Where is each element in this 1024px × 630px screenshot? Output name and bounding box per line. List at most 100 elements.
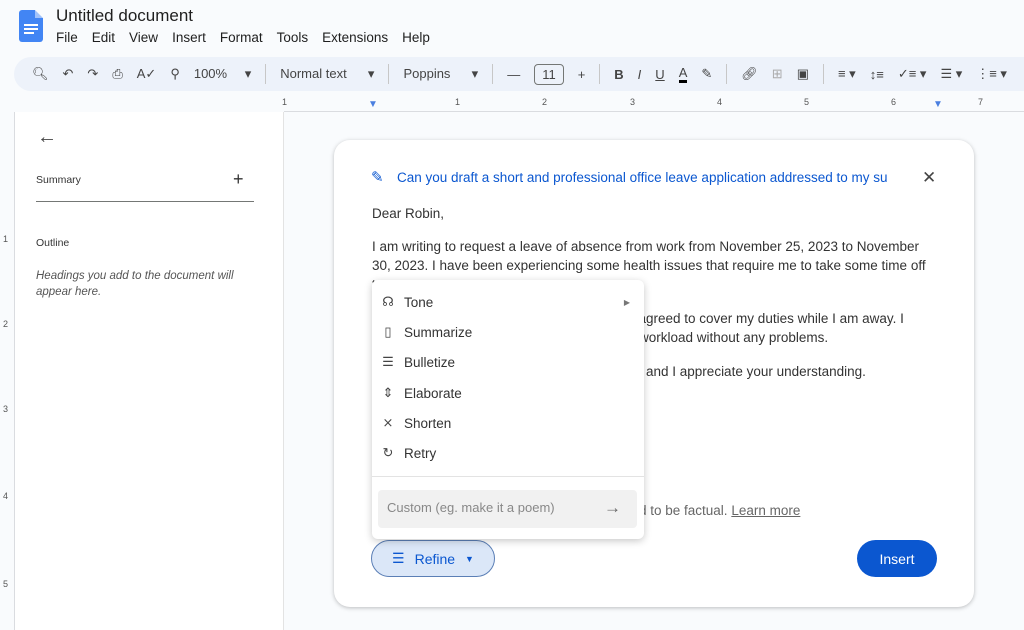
prompt-text[interactable]: Can you draft a short and professional o… — [397, 170, 891, 185]
close-icon[interactable]: ✕ — [922, 168, 936, 188]
menu-item-tone[interactable]: ☊ Tone ▶ — [372, 288, 644, 316]
greeting-text: Dear Robin, — [372, 206, 445, 221]
link-icon[interactable]: 🔗︎ — [741, 66, 758, 82]
ruler-label: 2 — [542, 97, 548, 107]
docs-logo[interactable] — [19, 10, 43, 42]
font-select[interactable]: Poppins ▾ — [403, 66, 478, 82]
ruler-label: 1 — [3, 234, 9, 244]
numbered-list-icon[interactable]: ⋮≡ ▾ — [976, 66, 1007, 82]
menu-item-shorten[interactable]: ⨯ Shorten — [372, 409, 644, 437]
menu-item-label: Retry — [404, 445, 437, 461]
zoom-value: 100% — [193, 66, 228, 81]
ruler-label: 2 — [3, 319, 9, 329]
ruler-label: 1 — [282, 97, 288, 107]
text-color-icon[interactable]: A — [678, 65, 688, 83]
menu-item-label: Elaborate — [404, 385, 462, 401]
line-spacing-icon[interactable]: ↕≡ — [870, 67, 884, 82]
add-summary-button[interactable]: + — [233, 169, 244, 190]
summary-heading: Summary — [36, 174, 81, 186]
menu-item-elaborate[interactable]: ⇕ Elaborate — [372, 379, 644, 407]
paint-format-icon[interactable]: ⚲ — [170, 66, 180, 82]
menu-tools[interactable]: Tools — [277, 30, 309, 45]
increase-font-size-button[interactable]: + — [578, 67, 586, 82]
menu-insert[interactable]: Insert — [172, 30, 206, 45]
menu-extensions[interactable]: Extensions — [322, 30, 388, 45]
align-icon[interactable]: ≡ ▾ — [838, 66, 856, 82]
refine-button[interactable]: ☰ Refine ▼ — [371, 540, 495, 577]
font-size-input[interactable]: 11 — [534, 63, 564, 85]
menu-item-summarize[interactable]: ▯ Summarize — [372, 318, 644, 346]
learn-more-link[interactable]: Learn more — [731, 503, 800, 518]
divider — [492, 64, 494, 84]
comment-icon[interactable]: ⊞ — [772, 66, 783, 82]
menu-bar: File Edit View Insert Format Tools Exten… — [56, 30, 430, 45]
ruler-label: 5 — [804, 97, 810, 107]
menu-view[interactable]: View — [129, 30, 158, 45]
ruler-label: 3 — [3, 404, 9, 414]
italic-icon[interactable]: I — [638, 67, 642, 82]
custom-placeholder: Custom (eg. make it a poem) — [387, 500, 555, 515]
disclaimer-text: d to be factual. — [639, 503, 728, 518]
outline-hint: Headings you add to the document will ap… — [36, 270, 234, 298]
paragraph-3: se and I appreciate your understanding. — [628, 364, 866, 379]
style-select[interactable]: Normal text ▾ — [280, 66, 374, 82]
menu-format[interactable]: Format — [220, 30, 263, 45]
submit-arrow-icon[interactable]: → — [604, 498, 621, 518]
refine-menu: ☊ Tone ▶ ▯ Summarize ☰ Bulletize ⇕ Elaborate … — [372, 280, 644, 539]
toolbar: 🔍︎ ↶ ↷ ⎙ A✓ ⚲ 100% ▾ Normal text ▾ Poppi… — [14, 57, 1024, 91]
underline-icon[interactable]: U — [655, 67, 664, 82]
document-title[interactable]: Untitled document — [56, 6, 193, 26]
ruler-label: 4 — [3, 491, 9, 501]
summarize-icon: ▯ — [384, 324, 392, 339]
right-indent-marker-icon[interactable]: ▼ — [933, 99, 943, 110]
font-value: Poppins — [403, 66, 451, 81]
bullet-list-icon[interactable]: ☰ ▾ — [940, 66, 962, 82]
paragraph-2-line-1: is agreed to cover my duties while I am … — [625, 311, 904, 326]
disclaimer: d to be factual. Learn more — [639, 501, 939, 520]
divider — [822, 64, 824, 84]
submenu-arrow-icon: ▶ — [623, 297, 630, 307]
shorten-icon: ⨯ — [382, 415, 394, 430]
custom-refine-input[interactable]: Custom (eg. make it a poem) → — [378, 490, 637, 528]
checklist-icon[interactable]: ✓≡ ▾ — [898, 66, 927, 82]
highlight-icon[interactable]: ✎ — [701, 66, 712, 82]
horizontal-ruler[interactable]: 1 ▼ 1 2 3 4 5 6 ▼ 7 — [282, 96, 1024, 112]
ruler-label: 3 — [630, 97, 636, 107]
bold-icon[interactable]: B — [614, 67, 623, 82]
menu-item-label: Tone — [404, 294, 434, 310]
retry-icon: ↻ — [382, 445, 394, 460]
menu-item-bulletize[interactable]: ☰ Bulletize — [372, 348, 644, 376]
vertical-ruler[interactable]: 1 2 3 4 5 — [0, 112, 15, 630]
indent-marker-icon[interactable]: ▼ — [368, 99, 378, 110]
ruler-label: 5 — [3, 579, 9, 589]
magic-pen-icon: ✎ — [371, 169, 384, 186]
search-icon[interactable]: 🔍︎ — [32, 66, 49, 82]
zoom-select[interactable]: 100% ▾ — [194, 66, 251, 82]
menu-help[interactable]: Help — [402, 30, 430, 45]
elaborate-icon: ⇕ — [382, 385, 394, 400]
redo-icon[interactable]: ↷ — [87, 66, 98, 82]
divider — [265, 64, 267, 84]
decrease-font-size-button[interactable]: — — [507, 67, 520, 82]
filter-icon: ☰ — [392, 550, 405, 566]
image-icon[interactable]: ▣ — [797, 66, 809, 82]
print-icon[interactable]: ⎙ — [112, 66, 122, 82]
tone-icon: ☊ — [382, 294, 394, 309]
undo-icon[interactable]: ↶ — [63, 66, 74, 82]
divider — [599, 64, 601, 84]
divider — [726, 64, 728, 84]
ruler-label: 7 — [978, 97, 984, 107]
menu-item-retry[interactable]: ↻ Retry — [372, 439, 644, 467]
menu-item-label: Bulletize — [404, 354, 456, 370]
divider — [36, 201, 254, 202]
menu-edit[interactable]: Edit — [92, 30, 115, 45]
style-value: Normal text — [280, 66, 347, 81]
menu-file[interactable]: File — [56, 30, 78, 45]
paragraph-2-line-2: workload without any problems. — [639, 330, 829, 345]
back-arrow-icon[interactable]: ← — [37, 126, 57, 149]
ruler-label: 1 — [455, 97, 461, 107]
insert-button[interactable]: Insert — [857, 540, 937, 577]
spellcheck-icon[interactable]: A✓ — [137, 66, 157, 82]
outline-heading: Outline — [36, 237, 70, 249]
bulletize-icon: ☰ — [382, 354, 394, 369]
